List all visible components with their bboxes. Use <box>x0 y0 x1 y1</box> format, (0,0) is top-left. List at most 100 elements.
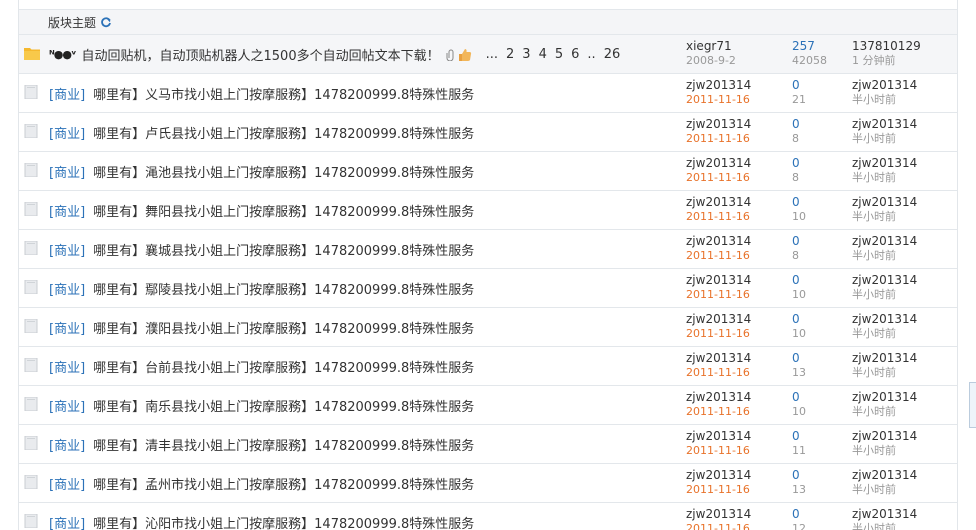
thread-row[interactable]: [商业] 哪里有】襄城县找小姐上门按摩服務】1478200999.8特殊性服务 … <box>19 230 957 269</box>
last-post-time[interactable]: 半小时前 <box>852 483 952 497</box>
side-scroll-tab[interactable] <box>969 382 976 428</box>
last-poster[interactable]: zjw201314 <box>852 156 952 171</box>
author-name[interactable]: zjw201314 <box>686 117 766 132</box>
author-name[interactable]: zjw201314 <box>686 312 766 327</box>
reply-count[interactable]: 0 <box>792 429 852 444</box>
author-name[interactable]: zjw201314 <box>686 390 766 405</box>
last-poster[interactable]: zjw201314 <box>852 78 952 93</box>
last-post-time[interactable]: 半小时前 <box>852 93 952 107</box>
thread-tag[interactable]: [商业] <box>49 123 85 142</box>
last-poster[interactable]: zjw201314 <box>852 429 952 444</box>
reply-count[interactable]: 0 <box>792 234 852 249</box>
last-post-time[interactable]: 半小时前 <box>852 132 952 146</box>
thread-title[interactable]: 哪里有】台前县找小姐上门按摩服務】1478200999.8特殊性服务 <box>93 357 474 376</box>
thread-title[interactable]: 哪里有】舞阳县找小姐上门按摩服務】1478200999.8特殊性服务 <box>93 201 474 220</box>
last-post-time[interactable]: 半小时前 <box>852 405 952 419</box>
author-name[interactable]: zjw201314 <box>686 351 766 366</box>
reply-count[interactable]: 0 <box>792 117 852 132</box>
sticky-thread-title[interactable]: 自动回贴机，自动顶贴机器人之1500多个自动回帖文本下载！ <box>82 45 440 64</box>
pager-link-last[interactable]: 26 <box>604 47 621 62</box>
author-name[interactable]: zjw201314 <box>686 273 766 288</box>
thread-title[interactable]: 哪里有】义马市找小姐上门按摩服務】1478200999.8特殊性服务 <box>93 84 474 103</box>
reply-count[interactable]: 0 <box>792 156 852 171</box>
thread-row[interactable]: [商业] 哪里有】鄢陵县找小姐上门按摩服務】1478200999.8特殊性服务 … <box>19 269 957 308</box>
last-post-time[interactable]: 半小时前 <box>852 522 952 530</box>
author-name[interactable]: zjw201314 <box>686 468 766 483</box>
last-post-time[interactable]: 半小时前 <box>852 327 952 341</box>
thread-tag[interactable]: [商业] <box>49 162 85 181</box>
thread-title[interactable]: 哪里有】渑池县找小姐上门按摩服務】1478200999.8特殊性服务 <box>93 162 474 181</box>
thread-row[interactable]: [商业] 哪里有】渑池县找小姐上门按摩服務】1478200999.8特殊性服务 … <box>19 152 957 191</box>
last-post-time[interactable]: 半小时前 <box>852 288 952 302</box>
last-poster[interactable]: zjw201314 <box>852 351 952 366</box>
reply-count[interactable]: 257 <box>792 39 852 54</box>
thread-row[interactable]: [商业] 哪里有】义马市找小姐上门按摩服務】1478200999.8特殊性服务 … <box>19 74 957 113</box>
thread-row[interactable]: [商业] 哪里有】南乐县找小姐上门按摩服務】1478200999.8特殊性服务 … <box>19 386 957 425</box>
author-name[interactable]: zjw201314 <box>686 429 766 444</box>
thread-tag[interactable]: [商业] <box>49 474 85 493</box>
document-icon <box>24 163 38 177</box>
thread-row[interactable]: [商业] 哪里有】卢氏县找小姐上门按摩服務】1478200999.8特殊性服务 … <box>19 113 957 152</box>
last-post-time[interactable]: 半小时前 <box>852 444 952 458</box>
thread-tag[interactable]: [商业] <box>49 240 85 259</box>
thread-tag[interactable]: [商业] <box>49 513 85 530</box>
pager-link-5[interactable]: 5 <box>555 47 563 62</box>
thread-tag[interactable]: [商业] <box>49 318 85 337</box>
author-name[interactable]: zjw201314 <box>686 195 766 210</box>
reply-count[interactable]: 0 <box>792 390 852 405</box>
last-post-time[interactable]: 半小时前 <box>852 171 952 185</box>
author-name[interactable]: xiegr71 <box>686 39 766 54</box>
reply-count[interactable]: 0 <box>792 312 852 327</box>
author-name[interactable]: zjw201314 <box>686 507 766 522</box>
author-name[interactable]: zjw201314 <box>686 78 766 93</box>
thread-row[interactable]: [商业] 哪里有】濮阳县找小姐上门按摩服務】1478200999.8特殊性服务 … <box>19 308 957 347</box>
refresh-icon[interactable] <box>100 16 112 28</box>
thread-title[interactable]: 哪里有】南乐县找小姐上门按摩服務】1478200999.8特殊性服务 <box>93 396 474 415</box>
thread-row[interactable]: [商业] 哪里有】台前县找小姐上门按摩服務】1478200999.8特殊性服务 … <box>19 347 957 386</box>
thread-tag[interactable]: [商业] <box>49 357 85 376</box>
last-post-time[interactable]: 半小时前 <box>852 210 952 224</box>
reply-count[interactable]: 0 <box>792 351 852 366</box>
author-name[interactable]: zjw201314 <box>686 234 766 249</box>
last-poster[interactable]: zjw201314 <box>852 312 952 327</box>
pager-link-2[interactable]: 2 <box>506 47 514 62</box>
reply-count[interactable]: 0 <box>792 468 852 483</box>
author-cell: zjw201314 2011-11-16 <box>686 195 766 224</box>
reply-count[interactable]: 0 <box>792 195 852 210</box>
thread-row[interactable]: [商业] 哪里有】孟州市找小姐上门按摩服務】1478200999.8特殊性服务 … <box>19 464 957 503</box>
last-poster[interactable]: zjw201314 <box>852 234 952 249</box>
last-poster[interactable]: zjw201314 <box>852 195 952 210</box>
thread-row[interactable]: [商业] 哪里有】沁阳市找小姐上门按摩服務】1478200999.8特殊性服务 … <box>19 503 957 530</box>
reply-count[interactable]: 0 <box>792 78 852 93</box>
thread-title[interactable]: 哪里有】濮阳县找小姐上门按摩服務】1478200999.8特殊性服务 <box>93 318 474 337</box>
thread-title[interactable]: 哪里有】清丰县找小姐上门按摩服務】1478200999.8特殊性服务 <box>93 435 474 454</box>
last-post-time[interactable]: 半小时前 <box>852 366 952 380</box>
last-poster[interactable]: zjw201314 <box>852 273 952 288</box>
last-post-time[interactable]: 半小时前 <box>852 249 952 263</box>
thread-title[interactable]: 哪里有】鄢陵县找小姐上门按摩服務】1478200999.8特殊性服务 <box>93 279 474 298</box>
last-poster[interactable]: 137810129 <box>852 39 952 54</box>
last-post-time[interactable]: 1 分钟前 <box>852 54 952 68</box>
thread-title[interactable]: 哪里有】孟州市找小姐上门按摩服務】1478200999.8特殊性服务 <box>93 474 474 493</box>
thread-title[interactable]: 哪里有】卢氏县找小姐上门按摩服務】1478200999.8特殊性服务 <box>93 123 474 142</box>
last-poster[interactable]: zjw201314 <box>852 390 952 405</box>
sticky-thread-row[interactable]: ᴺ●●ᵛ 自动回贴机，自动顶贴机器人之1500多个自动回帖文本下载！ ... 2… <box>19 35 957 74</box>
thread-tag[interactable]: [商业] <box>49 279 85 298</box>
thread-tag[interactable]: [商业] <box>49 435 85 454</box>
thread-tag[interactable]: [商业] <box>49 396 85 415</box>
thread-title[interactable]: 哪里有】襄城县找小姐上门按摩服務】1478200999.8特殊性服务 <box>93 240 474 259</box>
pager-link-6[interactable]: 6 <box>571 47 579 62</box>
last-poster[interactable]: zjw201314 <box>852 117 952 132</box>
author-name[interactable]: zjw201314 <box>686 156 766 171</box>
pager-link-4[interactable]: 4 <box>539 47 547 62</box>
pager-link-3[interactable]: 3 <box>522 47 530 62</box>
thread-title[interactable]: 哪里有】沁阳市找小姐上门按摩服務】1478200999.8特殊性服务 <box>93 513 474 530</box>
thread-tag[interactable]: [商业] <box>49 84 85 103</box>
last-poster[interactable]: zjw201314 <box>852 507 952 522</box>
last-poster[interactable]: zjw201314 <box>852 468 952 483</box>
thread-row[interactable]: [商业] 哪里有】清丰县找小姐上门按摩服務】1478200999.8特殊性服务 … <box>19 425 957 464</box>
thread-row[interactable]: [商业] 哪里有】舞阳县找小姐上门按摩服務】1478200999.8特殊性服务 … <box>19 191 957 230</box>
thread-tag[interactable]: [商业] <box>49 201 85 220</box>
reply-count[interactable]: 0 <box>792 507 852 522</box>
reply-count[interactable]: 0 <box>792 273 852 288</box>
